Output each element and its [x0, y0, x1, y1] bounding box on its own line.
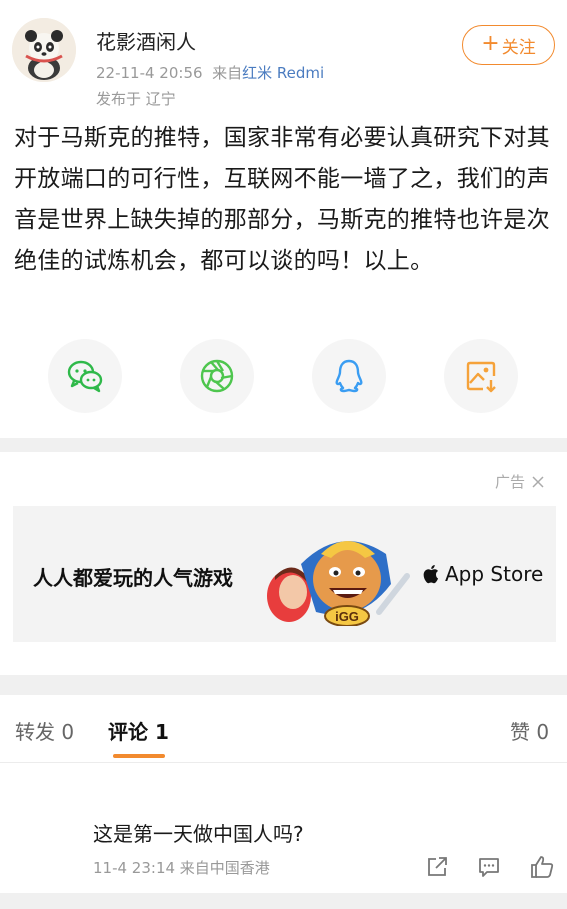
app-store-badge: App Store: [423, 562, 543, 586]
game-logo-text: iGG: [335, 609, 359, 624]
save-image-icon: [466, 361, 496, 393]
avatar[interactable]: [12, 18, 76, 82]
post-timestamp: 22-11-4 20:56: [96, 64, 203, 82]
comment-share-button[interactable]: [422, 852, 452, 882]
comment-reply-button[interactable]: [474, 852, 504, 882]
author-name[interactable]: 花影酒闲人: [96, 26, 196, 55]
follow-button[interactable]: + 关注: [462, 25, 555, 65]
source-prefix: 来自: [212, 64, 243, 82]
ad-banner[interactable]: 人人都爱玩的人气游戏 iGG App Store: [13, 506, 556, 642]
apple-icon: [423, 565, 439, 584]
close-icon[interactable]: [531, 475, 545, 489]
thumbs-up-icon: [531, 856, 554, 878]
share-qq-button[interactable]: [312, 339, 386, 413]
tab-repost[interactable]: 转发 0: [15, 716, 74, 745]
plus-icon: +: [481, 31, 500, 56]
tab-divider: [0, 762, 567, 763]
source-device-link[interactable]: 红米 Redmi: [242, 64, 324, 82]
share-icon: [428, 857, 447, 876]
follow-label: 关注: [501, 37, 536, 58]
active-tab-indicator: [113, 754, 165, 758]
moments-icon: [200, 359, 234, 393]
post-location: 发布于 辽宁: [96, 90, 176, 108]
share-wechat-button[interactable]: [48, 339, 122, 413]
ad-label[interactable]: 广告: [495, 471, 545, 492]
qq-icon: [335, 359, 363, 393]
comment-text: 这是第一天做中国人吗?: [93, 822, 304, 846]
share-moments-button[interactable]: [180, 339, 254, 413]
game-characters-image: iGG: [267, 541, 410, 626]
wechat-icon: [67, 360, 103, 393]
panda-avatar-image: [12, 18, 76, 82]
comment-like-button[interactable]: [527, 852, 557, 882]
comment-icon: [479, 858, 499, 877]
section-divider: [0, 675, 567, 695]
section-divider: [0, 438, 567, 452]
tab-comment[interactable]: 评论 1: [108, 716, 169, 745]
post-meta: 22-11-4 20:56 来自红米 Redmi: [96, 62, 324, 83]
comment-meta: 11-4 23:14 来自中国香港: [93, 859, 270, 877]
section-divider: [0, 893, 567, 909]
app-store-label: App Store: [445, 562, 544, 586]
save-image-button[interactable]: [444, 339, 518, 413]
tab-like[interactable]: 赞 0: [510, 716, 549, 745]
post-text: 对于马斯克的推特，国家非常有必要认真研究下对其开放端口的可行性，互联网不能一墙了…: [14, 125, 550, 274]
ad-label-text: 广告: [495, 473, 526, 491]
ad-slogan: 人人都爱玩的人气游戏: [33, 566, 233, 590]
